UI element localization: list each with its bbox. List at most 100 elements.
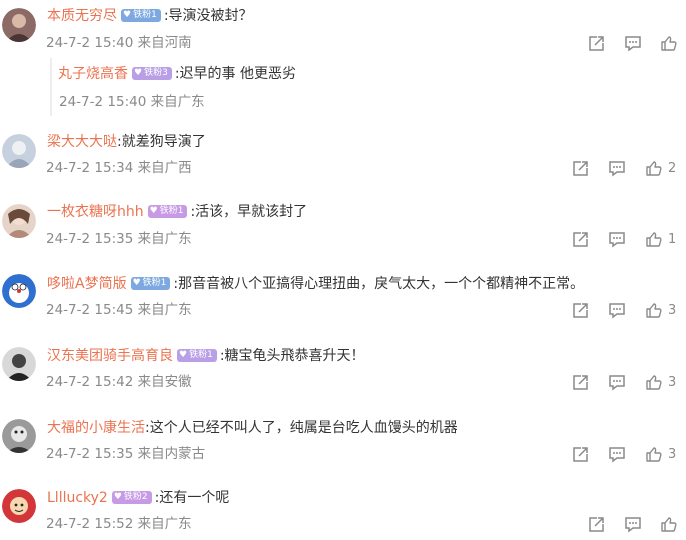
comment-button[interactable] xyxy=(624,33,642,53)
share-button[interactable] xyxy=(572,300,589,320)
comment-line: 哆啦A梦简版 ♥ 铁粉1 :那音音被八个亚搞得心理扭曲，戾气太大，一个个都精神不正常。 xyxy=(47,274,584,294)
comment-meta: 24-7-2 15:35 来自内蒙古 xyxy=(46,446,206,462)
badge-label: 铁粉2 xyxy=(123,491,148,502)
avatar[interactable] xyxy=(2,347,36,381)
comment-actions: 3 xyxy=(572,372,686,392)
reply-text: :迟早的事 他更恶劣 xyxy=(174,66,296,82)
like-count: 3 xyxy=(668,374,677,390)
username-link[interactable]: 本质无穷尽 xyxy=(47,8,117,24)
like-count: 2 xyxy=(668,160,677,176)
share-button[interactable] xyxy=(572,158,589,178)
like-icon xyxy=(646,302,662,318)
like-icon xyxy=(646,374,662,390)
like-icon xyxy=(646,160,662,176)
fan-badge: ♥ 铁粉3 xyxy=(132,66,172,80)
like-icon xyxy=(661,516,677,532)
like-button[interactable]: 3 xyxy=(645,372,676,392)
comment-line: 一枚衣糖呀hhh ♥ 铁粉1:活该，早就该封了 xyxy=(47,202,307,222)
share-button[interactable] xyxy=(572,229,589,249)
comment-text: :糖宝龟头飛恭喜升天！ xyxy=(219,348,365,364)
comment-button[interactable] xyxy=(608,444,626,464)
reply-line: 丸子烧高香 ♥ 铁粉3:迟早的事 他更恶劣 xyxy=(58,64,296,84)
share-icon xyxy=(589,516,604,532)
comment-icon xyxy=(609,231,625,247)
comment-meta: 24-7-2 15:34 来自广西 xyxy=(46,160,192,176)
like-button[interactable]: 1 xyxy=(645,229,676,249)
share-icon xyxy=(573,160,588,176)
share-button[interactable] xyxy=(572,444,589,464)
comment-icon xyxy=(625,35,641,51)
fan-badge: ♥ 铁粉1 xyxy=(121,8,161,22)
username-link[interactable]: 大福的小康生活 xyxy=(47,420,145,436)
fan-badge: ♥ 铁粉1 xyxy=(177,348,217,362)
fan-badge: ♥ 铁粉1 xyxy=(147,204,188,218)
badge-label: 铁粉1 xyxy=(159,205,184,216)
comment-actions xyxy=(588,514,686,534)
like-button[interactable]: 3 xyxy=(645,444,676,464)
heart-icon: ♥ xyxy=(132,277,141,288)
like-count: 1 xyxy=(668,231,677,247)
avatar[interactable] xyxy=(2,489,36,523)
like-button[interactable] xyxy=(660,33,683,53)
reply-username-link[interactable]: 丸子烧高香 xyxy=(58,66,128,82)
comment-actions: 3 xyxy=(572,444,686,464)
comment-line: 汉东美团骑手高育良 ♥ 铁粉1:糖宝龟头飛恭喜升天！ xyxy=(47,346,365,366)
like-button[interactable]: 2 xyxy=(645,158,676,178)
comment-button[interactable] xyxy=(608,158,626,178)
comment-button[interactable] xyxy=(624,514,642,534)
comment-line: 大福的小康生活:这个人已经不叫人了，纯属是台吃人血馒头的机器 xyxy=(47,418,458,438)
like-count: 3 xyxy=(668,446,677,462)
comment-meta: 24-7-2 15:35 来自广东 xyxy=(46,231,192,247)
like-button[interactable] xyxy=(660,514,683,534)
comment-actions: 1 xyxy=(572,229,686,249)
comment-text: :这个人已经不叫人了，纯属是台吃人血馒头的机器 xyxy=(145,420,458,436)
reply-meta: 24-7-2 15:40 来自广东 xyxy=(59,94,205,110)
share-button[interactable] xyxy=(572,372,589,392)
comment-actions: 3 xyxy=(572,300,686,320)
like-icon xyxy=(646,446,662,462)
username-link[interactable]: 梁大大大哒 xyxy=(47,134,117,150)
reply-thread: 丸子烧高香 ♥ 铁粉3:迟早的事 他更恶劣 24-7-2 15:40 来自广东 xyxy=(50,58,662,116)
badge-label: 铁粉1 xyxy=(189,349,213,360)
share-icon xyxy=(573,302,588,318)
avatar[interactable] xyxy=(2,419,36,453)
share-button[interactable] xyxy=(588,514,605,534)
comment-actions: 2 xyxy=(572,158,686,178)
badge-label: 铁粉1 xyxy=(142,277,167,288)
fan-badge: ♥ 铁粉2 xyxy=(111,490,152,504)
username-link[interactable]: 哆啦A梦简版 xyxy=(47,276,127,292)
share-icon xyxy=(573,231,588,247)
heart-icon: ♥ xyxy=(179,349,188,360)
comment-text: :还有一个呢 xyxy=(154,490,230,506)
avatar[interactable] xyxy=(2,274,36,308)
badge-label: 铁粉3 xyxy=(144,67,168,78)
comment-text: :活该，早就该封了 xyxy=(190,204,308,220)
like-button[interactable]: 3 xyxy=(645,300,676,320)
share-icon xyxy=(589,35,604,51)
comment-actions xyxy=(588,33,686,53)
like-count: 3 xyxy=(668,302,677,318)
comment-line: Llllucky2 ♥ 铁粉2:还有一个呢 xyxy=(47,488,229,508)
comment-icon xyxy=(609,160,625,176)
comment-button[interactable] xyxy=(608,372,626,392)
comment-button[interactable] xyxy=(608,229,626,249)
heart-icon: ♥ xyxy=(113,491,122,502)
share-icon xyxy=(573,446,588,462)
avatar[interactable] xyxy=(2,8,36,42)
avatar[interactable] xyxy=(2,134,36,168)
avatar[interactable] xyxy=(2,204,36,238)
username-link[interactable]: Llllucky2 xyxy=(47,490,108,506)
comment-meta: 24-7-2 15:52 来自广东 xyxy=(46,516,192,532)
comment-text: :那音音被八个亚搞得心理扭曲，戾气太大，一个个都精神不正常。 xyxy=(173,276,585,292)
comment-icon xyxy=(609,446,625,462)
comment-icon xyxy=(625,516,641,532)
username-link[interactable]: 一枚衣糖呀hhh xyxy=(47,204,144,220)
comment-button[interactable] xyxy=(608,300,626,320)
like-icon xyxy=(646,231,662,247)
badge-label: 铁粉1 xyxy=(133,9,157,20)
comment-meta: 24-7-2 15:42 来自安徽 xyxy=(46,374,192,390)
comment-icon xyxy=(609,302,625,318)
username-link[interactable]: 汉东美团骑手高育良 xyxy=(47,348,173,364)
comment-text: :就差狗导演了 xyxy=(117,134,206,150)
share-button[interactable] xyxy=(588,33,605,53)
